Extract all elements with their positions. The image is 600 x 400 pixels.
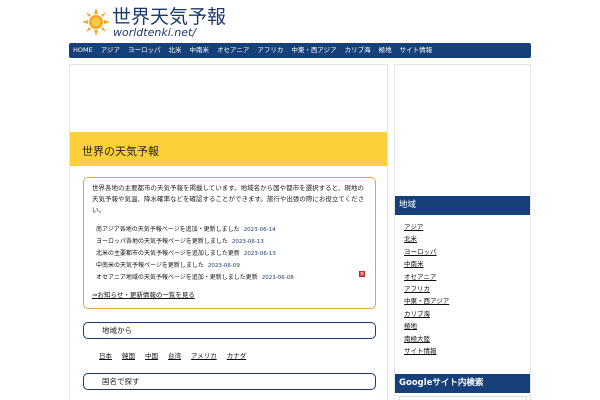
region-link-usa[interactable]: アメリカ <box>191 350 217 360</box>
sidebar-link[interactable]: 極地 <box>404 320 449 332</box>
region-link-china[interactable]: 中国 <box>145 350 158 360</box>
nav-item-asia[interactable]: アジア <box>101 43 120 58</box>
country-section-heading: 国名で探す <box>83 373 376 390</box>
nav-item-europe[interactable]: ヨーロッパ <box>128 43 161 58</box>
page-title: 世界の天気予報 <box>82 145 159 158</box>
region-section-heading: 地域から <box>83 322 376 339</box>
nav-item-latin-america[interactable]: 中南米 <box>189 43 209 58</box>
nav-item-home[interactable]: HOME <box>73 43 93 58</box>
nav-item-polar[interactable]: 極地 <box>379 43 392 58</box>
global-nav: HOME アジア ヨーロッパ 北米 中南米 オセアニア アフリカ 中東・西アジア… <box>69 43 531 58</box>
site-logo[interactable]: 世界天気予報 worldtenki.net/ <box>82 6 242 40</box>
news-list: 南アジア各地の天気予報ページを追加・更新しました 2023-06-14 ヨーロッ… <box>96 224 366 284</box>
region-links: 日本 韓国 中国 台湾 アメリカ カナダ <box>99 350 256 360</box>
news-title[interactable]: 中南米の天気予報ページを更新しました <box>96 260 204 272</box>
news-item: ヨーロッパ各地の天気予報ページを更新しました 2023-06-13 <box>96 236 366 248</box>
nav-item-oceania[interactable]: オセアニア <box>217 43 249 58</box>
sidebar-link[interactable]: 中南米 <box>404 258 449 270</box>
sidebar-link[interactable]: 中東・西アジア <box>404 295 449 307</box>
nav-item-africa[interactable]: アフリカ <box>257 43 283 58</box>
site-url: worldtenki.net/ <box>113 26 197 39</box>
news-date: 2023-06-09 <box>207 263 240 269</box>
country-section-label: 国名で探す <box>102 377 140 386</box>
site-header: 世界天気予報 worldtenki.net/ <box>0 0 600 43</box>
main-content: 世界の天気予報 世界各地の主要都市の天気予報を掲載しています。地域名から国や都市… <box>69 64 388 400</box>
news-more-link[interactable]: ⇒お知らせ・更新情報の一覧を見る <box>92 289 195 299</box>
news-date: 2023-06-14 <box>243 227 276 233</box>
sidebar-link[interactable]: オセアニア <box>404 271 449 283</box>
sidebar-region-header: 地域 <box>395 196 530 215</box>
news-date: 2023-06-08 <box>261 275 294 281</box>
nav-item-site-info[interactable]: サイト情報 <box>400 43 433 58</box>
sun-icon <box>82 8 110 36</box>
news-title[interactable]: 北米の主要都市の天気予報ページを追加しました更新 <box>96 248 240 260</box>
region-link-canada[interactable]: カナダ <box>227 350 247 360</box>
news-date: 2023-06-13 <box>243 251 276 257</box>
page-heading-band: 世界の天気予報 <box>70 132 387 166</box>
sidebar-search-header: Googleサイト内検索 <box>395 374 530 393</box>
region-link-korea[interactable]: 韓国 <box>122 350 135 360</box>
notice-box: 世界各地の主要都市の天気予報を掲載しています。地域名から国や都市を選択すると、現… <box>83 177 376 309</box>
sidebar: 地域 アジア 北米 ヨーロッパ 中南米 オセアニア アフリカ 中東・西アジア カ… <box>394 64 531 400</box>
region-link-taiwan[interactable]: 台湾 <box>168 350 181 360</box>
site-title: 世界天気予報 <box>112 6 227 28</box>
nav-item-middle-east[interactable]: 中東・西アジア <box>291 43 336 58</box>
nav-item-caribbean[interactable]: カリブ海 <box>345 43 371 58</box>
news-item: 中南米の天気予報ページを更新しました 2023-06-09 <box>96 260 366 272</box>
sidebar-link[interactable]: アフリカ <box>404 283 449 295</box>
news-title[interactable]: 南アジア各地の天気予報ページを追加・更新しました <box>96 224 240 236</box>
news-title[interactable]: ヨーロッパ各地の天気予報ページを更新しました <box>96 236 228 248</box>
notice-text: 世界各地の主要都市の天気予報を掲載しています。地域名から国や都市を選択すると、現… <box>92 184 365 214</box>
news-item: 北米の主要都市の天気予報ページを追加しました更新 2023-06-13 <box>96 248 366 260</box>
region-link-japan[interactable]: 日本 <box>99 350 112 360</box>
sidebar-link[interactable]: 北米 <box>404 233 449 245</box>
close-icon[interactable]: × <box>359 271 365 277</box>
sidebar-link[interactable]: ヨーロッパ <box>404 246 449 258</box>
sidebar-link[interactable]: アジア <box>404 221 449 233</box>
news-item: オセアニア地域の天気予報ページを追加・更新しました更新 2023-06-08 <box>96 272 366 284</box>
sidebar-link[interactable]: カリブ海 <box>404 308 449 320</box>
sidebar-links: アジア 北米 ヨーロッパ 中南米 オセアニア アフリカ 中東・西アジア カリブ海… <box>404 221 449 357</box>
region-section-label: 地域から <box>102 326 132 335</box>
news-date: 2023-06-13 <box>231 239 264 245</box>
sidebar-link[interactable]: 南極大陸 <box>404 333 449 345</box>
nav-item-north-america[interactable]: 北米 <box>168 43 181 58</box>
news-item: 南アジア各地の天気予報ページを追加・更新しました 2023-06-14 <box>96 224 366 236</box>
sidebar-link[interactable]: サイト情報 <box>404 345 449 357</box>
news-title[interactable]: オセアニア地域の天気予報ページを追加・更新しました更新 <box>96 272 258 284</box>
site-search-box[interactable] <box>399 396 527 400</box>
